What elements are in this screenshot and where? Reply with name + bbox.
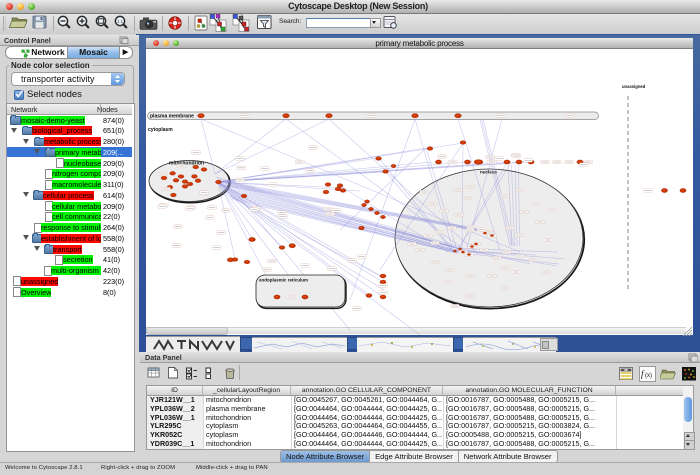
svg-text:endoplasmic reticulum: endoplasmic reticulum — [259, 278, 308, 283]
svg-text:cytoplasm: cytoplasm — [148, 127, 173, 133]
svg-text:(x): (x) — [645, 373, 652, 379]
svg-text:mitochondrion: mitochondrion — [169, 160, 204, 166]
svg-text:unassigned: unassigned — [622, 84, 646, 89]
svg-text:1:1: 1:1 — [117, 19, 123, 24]
svg-text:plasma membrane: plasma membrane — [150, 114, 194, 120]
